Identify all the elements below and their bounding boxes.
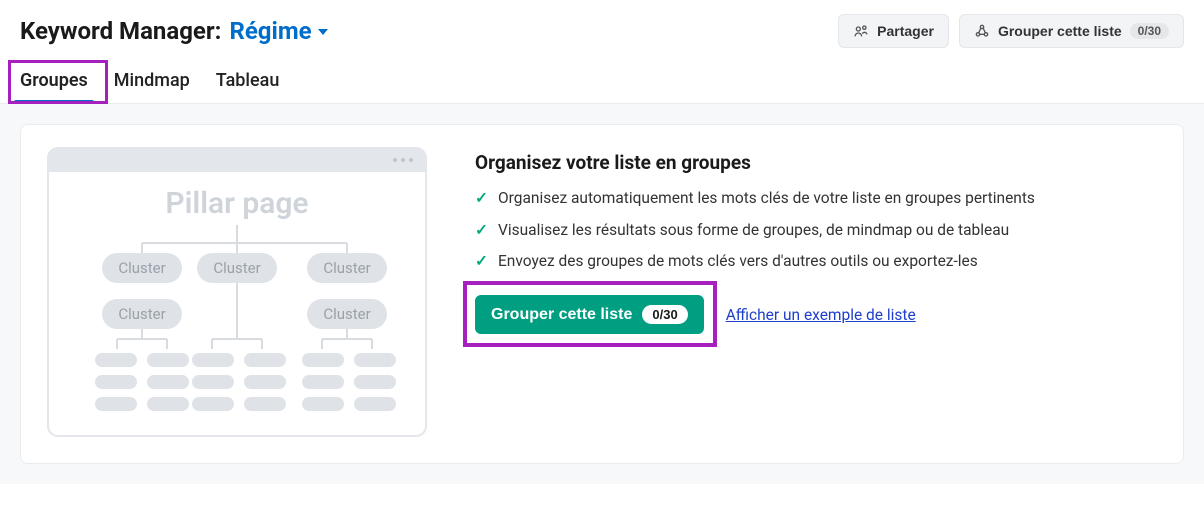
header-actions: Partager Grouper cette liste 0/30: [838, 14, 1184, 48]
illustration: Pillar page Cluster Cluster Cluster Clus…: [47, 147, 427, 441]
cta-label: Grouper cette liste: [491, 306, 632, 324]
group-count-header: 0/30: [1130, 23, 1169, 39]
tab-groupes[interactable]: Groupes: [20, 58, 88, 103]
title-prefix: Keyword Manager:: [20, 17, 221, 45]
check-icon: ✓: [475, 220, 488, 242]
svg-text:Cluster: Cluster: [323, 259, 370, 277]
svg-text:Cluster: Cluster: [323, 305, 370, 323]
share-icon: [853, 23, 869, 39]
chevron-down-icon: [318, 29, 328, 35]
benefit-text: Visualisez les résultats sous forme de g…: [498, 220, 1009, 242]
page-header: Keyword Manager: Régime Partager Grouper…: [0, 0, 1204, 58]
cluster-icon: [974, 23, 990, 39]
content-area: Pillar page Cluster Cluster Cluster Clus…: [0, 104, 1204, 484]
tab-mindmap[interactable]: Mindmap: [114, 58, 190, 103]
svg-text:Cluster: Cluster: [118, 259, 165, 277]
benefit-item: ✓ Visualisez les résultats sous forme de…: [475, 220, 1157, 242]
share-label: Partager: [877, 23, 934, 39]
group-list-button[interactable]: Grouper cette liste 0/30: [475, 295, 704, 334]
example-list-link[interactable]: Afficher un exemple de liste: [726, 306, 916, 324]
benefit-item: ✓ Envoyez des groupes de mots clés vers …: [475, 251, 1157, 273]
list-selector[interactable]: Régime: [229, 17, 327, 45]
cta-row: Grouper cette liste 0/30 Afficher un exe…: [475, 295, 1157, 334]
benefit-item: ✓ Organisez automatiquement les mots clé…: [475, 188, 1157, 210]
group-label-header: Grouper cette liste: [998, 23, 1122, 39]
group-list-button-header[interactable]: Grouper cette liste 0/30: [959, 14, 1184, 48]
svg-text:Cluster: Cluster: [213, 259, 260, 277]
benefit-text: Envoyez des groupes de mots clés vers d'…: [498, 251, 978, 273]
pillar-label: Pillar page: [165, 186, 308, 221]
empty-state-panel: Pillar page Cluster Cluster Cluster Clus…: [20, 124, 1184, 464]
benefit-text: Organisez automatiquement les mots clés …: [498, 188, 1035, 210]
info-section: Organisez votre liste en groupes ✓ Organ…: [475, 147, 1157, 334]
page-title: Keyword Manager: Régime: [20, 17, 328, 45]
svg-text:Cluster: Cluster: [118, 305, 165, 323]
tab-tableau[interactable]: Tableau: [216, 58, 280, 103]
panel-heading: Organisez votre liste en groupes: [475, 151, 1157, 174]
share-button[interactable]: Partager: [838, 14, 949, 48]
list-name: Régime: [229, 17, 311, 45]
benefits-list: ✓ Organisez automatiquement les mots clé…: [475, 188, 1157, 273]
tabs: Groupes Mindmap Tableau: [0, 58, 1204, 104]
check-icon: ✓: [475, 251, 488, 273]
cta-count: 0/30: [642, 305, 687, 324]
check-icon: ✓: [475, 188, 488, 210]
